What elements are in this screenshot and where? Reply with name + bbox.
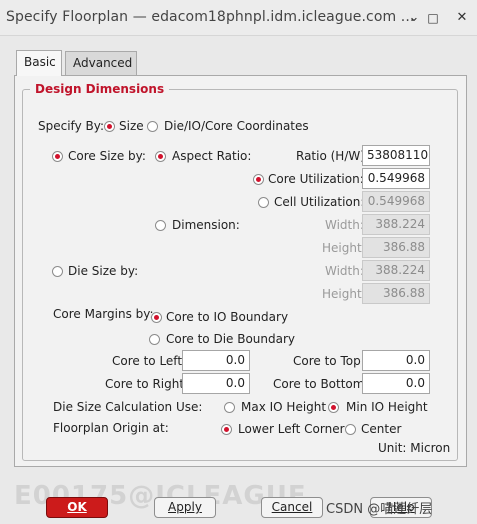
tab-advanced[interactable]: Advanced xyxy=(65,51,137,75)
dimension-width-input[interactable]: 388.224 xyxy=(362,214,430,235)
core-size-by-radio[interactable] xyxy=(52,151,63,162)
core-to-right-label: Core to Right: xyxy=(105,377,189,391)
cell-utilization-label: Cell Utilization: xyxy=(274,195,365,209)
specify-by-label: Specify By: xyxy=(38,119,104,133)
origin-label: Floorplan Origin at: xyxy=(53,421,169,435)
cancel-button[interactable]: Cancel xyxy=(261,497,323,518)
unit-label: Unit: Micron xyxy=(378,441,451,455)
csdn-credit: CSDN @喵莲纤层 xyxy=(326,502,433,517)
dimension-label: Dimension: xyxy=(172,218,240,232)
die-height-label: Height: xyxy=(322,287,366,301)
lower-left-label: Lower Left Corner xyxy=(238,422,345,436)
core-utilization-label: Core Utilization: xyxy=(268,172,364,186)
core-to-top-label: Core to Top: xyxy=(293,354,365,368)
core-margins-label: Core Margins by: xyxy=(53,307,154,321)
close-icon[interactable]: ✕ xyxy=(453,9,471,27)
center-label: Center xyxy=(361,422,402,436)
maximize-icon[interactable]: □ xyxy=(424,9,442,27)
apply-button[interactable]: Apply xyxy=(154,497,216,518)
center-radio[interactable] xyxy=(345,424,356,435)
max-io-height-radio[interactable] xyxy=(224,402,235,413)
max-io-height-label: Max IO Height xyxy=(241,400,327,414)
specify-by-size-radio[interactable] xyxy=(104,121,115,132)
core-to-io-radio[interactable] xyxy=(151,312,162,323)
core-to-left-label: Core to Left: xyxy=(112,354,187,368)
aspect-ratio-label: Aspect Ratio: xyxy=(172,149,252,163)
die-calc-label: Die Size Calculation Use: xyxy=(53,400,203,414)
die-height-input[interactable]: 386.88 xyxy=(362,283,430,304)
aspect-ratio-radio[interactable] xyxy=(155,151,166,162)
core-utilization-input[interactable]: 0.549968 xyxy=(362,168,430,189)
group-title: Design Dimensions xyxy=(30,82,170,96)
cell-utilization-input[interactable]: 0.549968 xyxy=(362,191,430,212)
core-to-left-input[interactable]: 0.0 xyxy=(182,350,250,371)
specify-by-coords-radio[interactable] xyxy=(147,121,158,132)
specify-by-coords-label: Die/IO/Core Coordinates xyxy=(164,119,309,133)
die-size-by-label: Die Size by: xyxy=(68,264,139,278)
core-to-io-label: Core to IO Boundary xyxy=(166,310,289,324)
core-to-die-radio[interactable] xyxy=(149,334,160,345)
cell-utilization-radio[interactable] xyxy=(258,197,269,208)
ratio-input[interactable]: 538081108 xyxy=(362,145,430,166)
specify-by-size-label: Size xyxy=(119,119,144,133)
ratio-label: Ratio (H/W): xyxy=(296,149,369,163)
die-size-by-radio[interactable] xyxy=(52,266,63,277)
dimension-height-input[interactable]: 386.88 xyxy=(362,237,430,258)
min-io-height-radio[interactable] xyxy=(328,402,339,413)
dimension-width-label: Width: xyxy=(325,218,364,232)
core-to-bottom-label: Core to Bottom: xyxy=(273,377,369,391)
core-to-bottom-input[interactable]: 0.0 xyxy=(362,373,430,394)
core-utilization-radio[interactable] xyxy=(253,174,264,185)
core-to-die-label: Core to Die Boundary xyxy=(166,332,296,346)
ok-button[interactable]: OK xyxy=(46,497,108,518)
title-bar: Specify Floorplan — edacom18phnpl.idm.ic… xyxy=(0,0,477,36)
core-size-by-label: Core Size by: xyxy=(68,149,146,163)
dimension-height-label: Height: xyxy=(322,241,366,255)
dimension-radio[interactable] xyxy=(155,220,166,231)
lower-left-radio[interactable] xyxy=(221,424,232,435)
window-title: Specify Floorplan — edacom18phnpl.idm.ic… xyxy=(6,9,415,25)
tab-basic[interactable]: Basic xyxy=(16,50,62,76)
die-width-label: Width: xyxy=(325,264,364,278)
minimize-icon[interactable]: ⌄ xyxy=(405,9,423,27)
die-width-input[interactable]: 388.224 xyxy=(362,260,430,281)
core-to-right-input[interactable]: 0.0 xyxy=(182,373,250,394)
core-to-top-input[interactable]: 0.0 xyxy=(362,350,430,371)
min-io-height-label: Min IO Height xyxy=(346,400,428,414)
